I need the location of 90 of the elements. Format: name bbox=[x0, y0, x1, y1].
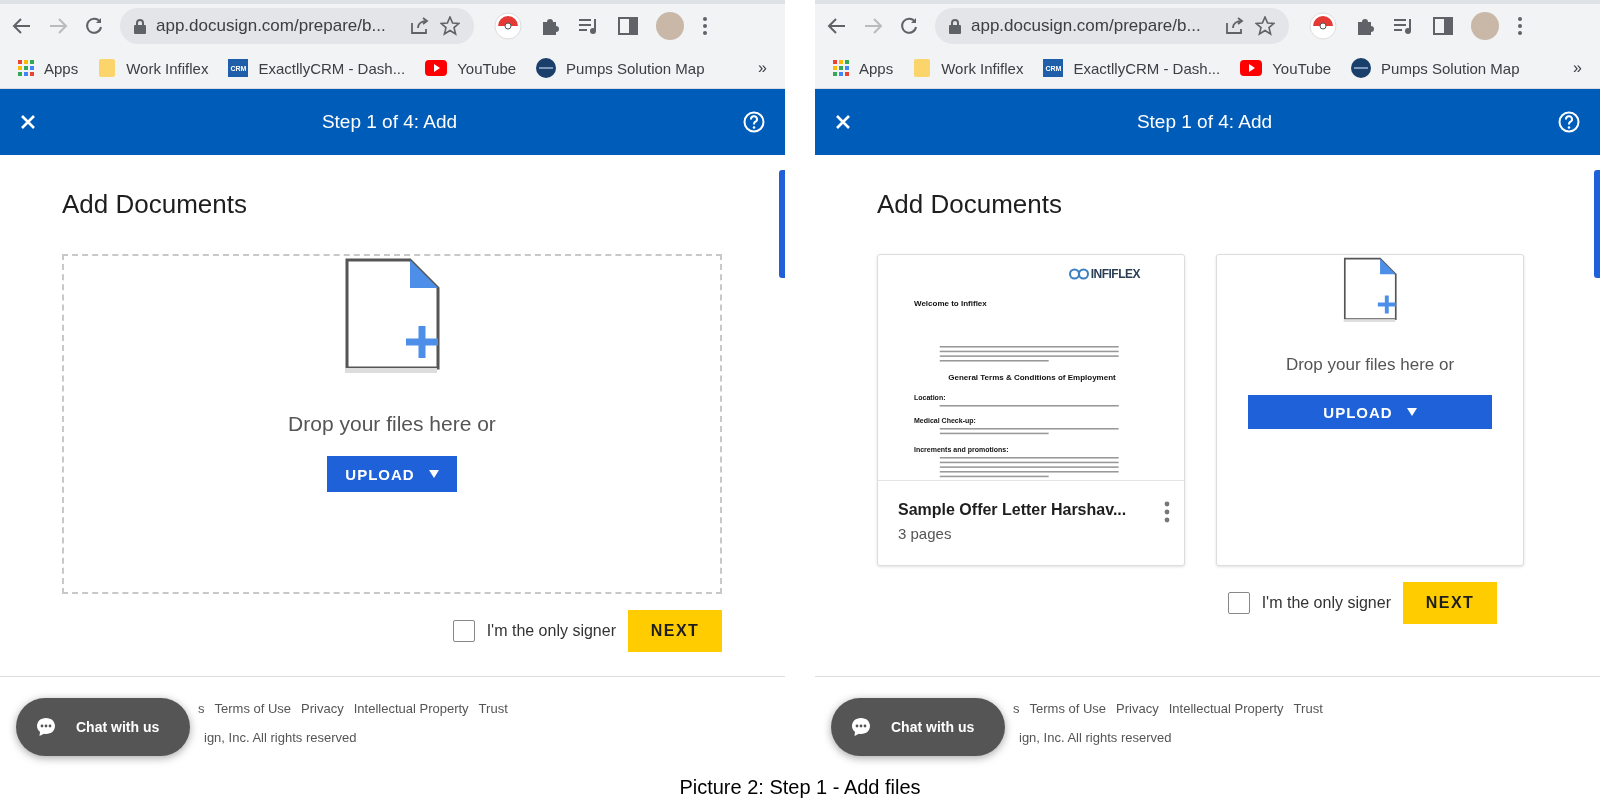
page-heading: Add Documents bbox=[62, 189, 248, 220]
drop-hint: Drop your files here or bbox=[288, 412, 496, 436]
preview-section-title: General Terms & Conditions of Employment bbox=[948, 372, 1116, 382]
puzzle-icon[interactable] bbox=[1355, 16, 1375, 36]
checkbox[interactable] bbox=[452, 620, 475, 642]
chat-bubble-icon bbox=[851, 717, 871, 737]
star-icon[interactable] bbox=[1255, 16, 1275, 36]
apps-grid-icon[interactable] bbox=[833, 60, 849, 76]
bookmark-link[interactable]: Work Infiflex bbox=[126, 59, 209, 77]
step-title: Step 1 of 4: Add bbox=[1136, 111, 1273, 133]
footer-link[interactable]: Intellectual Property bbox=[1168, 701, 1284, 716]
drop-zone[interactable]: Drop your files here or UPLOAD bbox=[1216, 254, 1524, 566]
footer-link[interactable]: Terms of Use bbox=[1029, 701, 1107, 716]
side-panel-icon[interactable] bbox=[618, 16, 638, 36]
lock-icon bbox=[134, 18, 146, 34]
reload-icon[interactable] bbox=[899, 16, 919, 36]
share-icon[interactable] bbox=[410, 17, 430, 35]
help-icon[interactable] bbox=[1558, 111, 1580, 133]
file-add-icon bbox=[342, 256, 442, 376]
globe-logo-icon[interactable] bbox=[536, 58, 557, 78]
bookmark-link[interactable]: Apps bbox=[859, 59, 894, 77]
bookmark-link[interactable]: YouTube bbox=[457, 59, 517, 77]
bookmark-link[interactable]: YouTube bbox=[1272, 59, 1332, 77]
next-button[interactable]: NEXT bbox=[628, 610, 722, 652]
url-text: app.docusign.com/prepare/b... bbox=[156, 16, 387, 36]
address-bar[interactable]: app.docusign.com/prepare/b... bbox=[120, 8, 474, 44]
logo-text: INFIFLEX bbox=[1090, 267, 1140, 281]
page-count: 3 pages bbox=[898, 525, 953, 542]
figure-caption: Picture 2: Step 1 - Add files bbox=[679, 776, 921, 799]
address-bar[interactable]: app.docusign.com/prepare/b... bbox=[935, 8, 1289, 44]
bookmark-link[interactable]: ExactllyCRM - Dash... bbox=[258, 59, 406, 77]
footer-link[interactable]: Trust bbox=[1293, 701, 1323, 716]
checkbox-label[interactable]: I'm the only signer bbox=[486, 622, 616, 640]
footer-link[interactable]: Trust bbox=[478, 701, 508, 716]
help-icon[interactable] bbox=[743, 111, 765, 133]
document-name: Sample Offer Letter Harshav... bbox=[898, 501, 1128, 519]
ball-icon[interactable] bbox=[494, 12, 522, 40]
caret-down-icon bbox=[428, 470, 439, 478]
step-title: Step 1 of 4: Add bbox=[321, 111, 458, 133]
more-menu-icon[interactable] bbox=[702, 16, 708, 36]
close-icon[interactable] bbox=[835, 114, 851, 130]
play-logo-icon[interactable] bbox=[425, 60, 448, 76]
more-bookmarks-button[interactable]: » bbox=[1573, 59, 1582, 77]
more-vertical-icon[interactable] bbox=[1164, 501, 1170, 523]
back-arrow-icon[interactable] bbox=[12, 16, 32, 36]
lock-icon bbox=[949, 18, 961, 34]
checkbox-label[interactable]: I'm the only signer bbox=[1261, 594, 1391, 612]
chat-bubble-icon bbox=[36, 717, 56, 737]
apps-grid-icon[interactable] bbox=[18, 60, 34, 76]
footer-text: s bbox=[198, 701, 205, 716]
scrollbar-thumb[interactable] bbox=[1594, 170, 1600, 278]
chat-button[interactable]: Chat with us bbox=[831, 698, 1005, 756]
preview-title: Welcome to Infiflex bbox=[914, 299, 988, 308]
upload-button[interactable]: UPLOAD bbox=[1248, 395, 1492, 429]
bookmark-link[interactable]: Pumps Solution Map bbox=[566, 59, 705, 77]
bookmark-link[interactable]: Work Infiflex bbox=[941, 59, 1024, 77]
file-add-icon bbox=[1342, 255, 1398, 325]
footer-link[interactable]: Terms of Use bbox=[214, 701, 292, 716]
chat-button[interactable]: Chat with us bbox=[16, 698, 190, 756]
footer-link[interactable]: Privacy bbox=[301, 701, 344, 716]
close-icon[interactable] bbox=[20, 114, 36, 130]
page-heading: Add Documents bbox=[877, 189, 1063, 220]
share-icon[interactable] bbox=[1225, 17, 1245, 35]
next-button[interactable]: NEXT bbox=[1403, 582, 1497, 624]
drop-hint: Drop your files here or bbox=[1285, 355, 1455, 375]
copyright-text: ign, Inc. All rights reserved bbox=[1018, 730, 1173, 745]
back-arrow-icon[interactable] bbox=[827, 16, 847, 36]
bookmark-link[interactable]: Pumps Solution Map bbox=[1381, 59, 1520, 77]
drop-zone[interactable]: Drop your files here or UPLOAD bbox=[62, 254, 722, 594]
footer-link[interactable]: Intellectual Property bbox=[353, 701, 469, 716]
copyright-text: ign, Inc. All rights reserved bbox=[203, 730, 358, 745]
bookmark-link[interactable]: Apps bbox=[44, 59, 79, 77]
footer-text: s bbox=[1013, 701, 1020, 716]
scrollbar-thumb[interactable] bbox=[779, 170, 785, 278]
more-bookmarks-button[interactable]: » bbox=[758, 59, 767, 77]
reload-icon[interactable] bbox=[84, 16, 104, 36]
more-menu-icon[interactable] bbox=[1517, 16, 1523, 36]
play-logo-icon[interactable] bbox=[1240, 60, 1263, 76]
checkbox[interactable] bbox=[1227, 592, 1250, 614]
puzzle-icon[interactable] bbox=[540, 16, 560, 36]
caret-down-icon bbox=[1406, 408, 1417, 416]
side-panel-icon[interactable] bbox=[1433, 16, 1453, 36]
upload-button[interactable]: UPLOAD bbox=[327, 456, 457, 492]
bookmark-link[interactable]: ExactllyCRM - Dash... bbox=[1073, 59, 1221, 77]
star-icon[interactable] bbox=[440, 16, 460, 36]
url-text: app.docusign.com/prepare/b... bbox=[971, 16, 1202, 36]
globe-logo-icon[interactable] bbox=[1351, 58, 1372, 78]
infinity-logo-icon bbox=[1068, 268, 1089, 280]
footer-link[interactable]: Privacy bbox=[1116, 701, 1159, 716]
ball-icon[interactable] bbox=[1309, 12, 1337, 40]
